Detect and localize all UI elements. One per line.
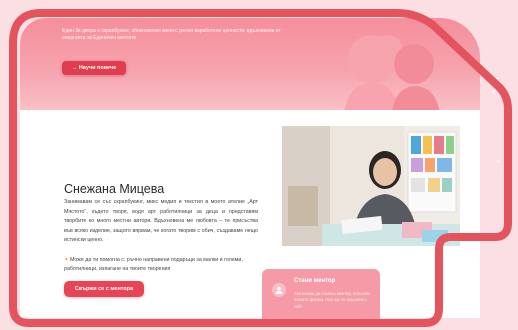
decorative-frame — [9, 9, 512, 327]
